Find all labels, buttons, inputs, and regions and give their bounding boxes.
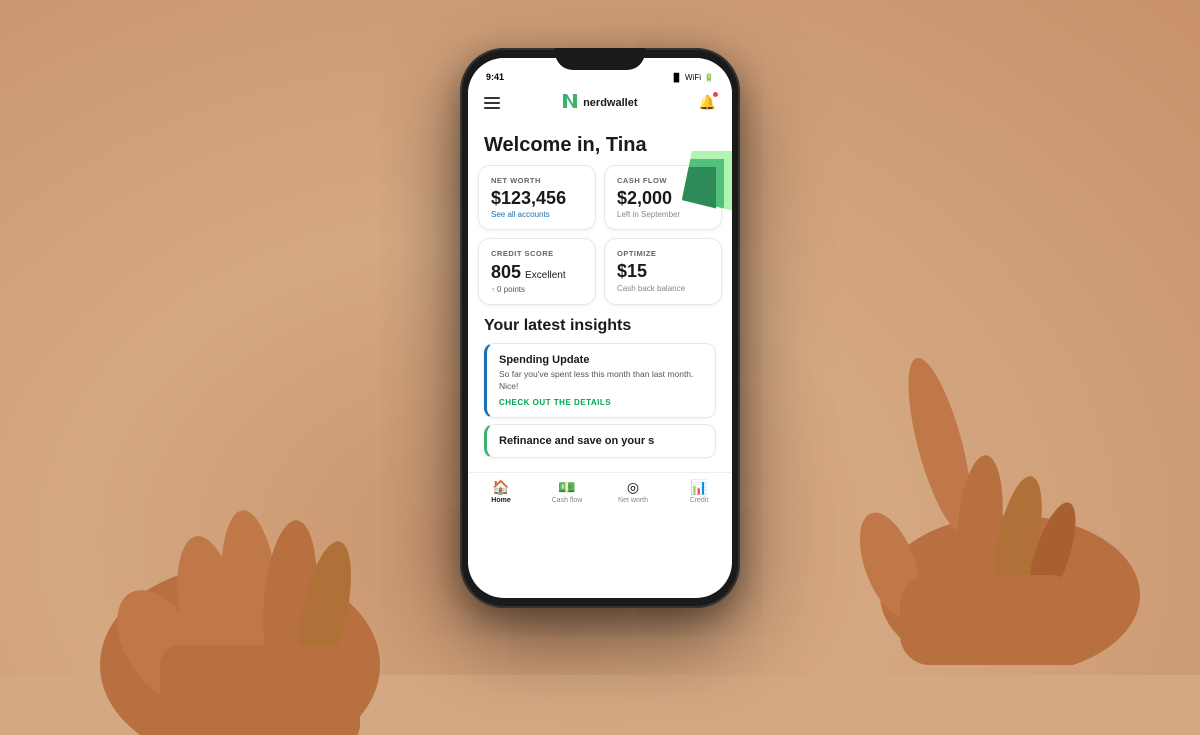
credit-score-row: 805 Excellent [491, 262, 583, 283]
insight-1-cta[interactable]: CHECK OUT THE DETAILS [499, 398, 703, 407]
status-icons: ▐▌ WiFi 🔋 [671, 73, 714, 82]
insight-1-body: So far you've spent less this month than… [499, 369, 703, 393]
nav-cash-flow-label: Cash flow [552, 497, 583, 504]
home-icon: 🏠 [492, 479, 509, 496]
insight-2-title: Refinance and save on your s [499, 435, 703, 447]
notification-badge [712, 91, 719, 98]
credit-score-label: CREDIT SCORE [491, 249, 583, 258]
logo-n [561, 92, 579, 115]
welcome-title: Welcome in, Tina [484, 133, 716, 157]
scene: 9:41 ▐▌ WiFi 🔋 [0, 0, 1200, 675]
nav-home[interactable]: 🏠 Home [468, 479, 534, 504]
insights-section: Your latest insights Spending Update So … [468, 313, 732, 472]
nav-credit-label: Credit [690, 497, 709, 504]
credit-change: ↑ 0 points [491, 285, 583, 294]
net-worth-card[interactable]: NET WORTH $123,456 See all accounts [478, 165, 596, 231]
nav-credit[interactable]: 📊 Credit [666, 479, 732, 504]
optimize-value: $15 [617, 262, 709, 282]
hamburger-menu[interactable] [484, 97, 500, 109]
nav-net-worth-label: Net worth [618, 497, 648, 504]
net-worth-nav-icon: ◎ [627, 479, 639, 496]
insights-title: Your latest insights [484, 317, 716, 335]
left-hand [80, 385, 460, 735]
optimize-card[interactable]: OPTIMIZE $15 Cash back balance [604, 238, 722, 305]
phone-notch [555, 48, 645, 70]
credit-score-value: 805 [491, 262, 521, 283]
insight-card-2[interactable]: Refinance and save on your s [484, 424, 716, 458]
credit-icon: 📊 [690, 479, 707, 496]
cash-flow-icon: 💵 [558, 479, 575, 496]
phone-screen: 9:41 ▐▌ WiFi 🔋 [468, 58, 732, 598]
hamburger-line-1 [484, 97, 500, 99]
status-time: 9:41 [486, 72, 504, 82]
nav-cash-flow[interactable]: 💵 Cash flow [534, 479, 600, 504]
arrow-up-icon: ↑ [491, 285, 495, 294]
insight-card-1[interactable]: Spending Update So far you've spent less… [484, 343, 716, 418]
app-header: nerdwallet 🔔 [468, 86, 732, 123]
wifi-icon: WiFi [685, 73, 701, 82]
optimize-sub: Cash back balance [617, 284, 709, 293]
see-all-accounts-link[interactable]: See all accounts [491, 210, 583, 219]
battery-icon: 🔋 [704, 73, 714, 82]
nav-net-worth[interactable]: ◎ Net worth [600, 479, 666, 504]
credit-score-qualifier: Excellent [525, 270, 566, 281]
optimize-label: OPTIMIZE [617, 249, 709, 258]
nav-home-label: Home [491, 497, 510, 504]
credit-score-card[interactable]: CREDIT SCORE 805 Excellent ↑ 0 points [478, 238, 596, 305]
notification-bell[interactable]: 🔔 [699, 94, 716, 112]
right-hand [770, 345, 1150, 665]
shape-3 [682, 167, 716, 209]
insight-1-title: Spending Update [499, 354, 703, 366]
logo-text: nerdwallet [583, 97, 637, 109]
net-worth-value: $123,456 [491, 189, 583, 209]
hamburger-line-2 [484, 102, 500, 104]
bottom-nav: 🏠 Home 💵 Cash flow ◎ Net worth 📊 Credit [468, 472, 732, 508]
content-wrapper: Welcome in, Tina NET WORTH $123,456 See … [468, 123, 732, 473]
credit-points: 0 points [497, 285, 525, 294]
welcome-section: Welcome in, Tina [468, 123, 732, 165]
nerdwallet-logo: nerdwallet [561, 92, 637, 115]
phone-device: 9:41 ▐▌ WiFi 🔋 [460, 48, 740, 608]
hamburger-line-3 [484, 107, 500, 109]
net-worth-label: NET WORTH [491, 176, 583, 185]
signal-icon: ▐▌ [671, 73, 682, 82]
scroll-content: Welcome in, Tina NET WORTH $123,456 See … [468, 123, 732, 598]
